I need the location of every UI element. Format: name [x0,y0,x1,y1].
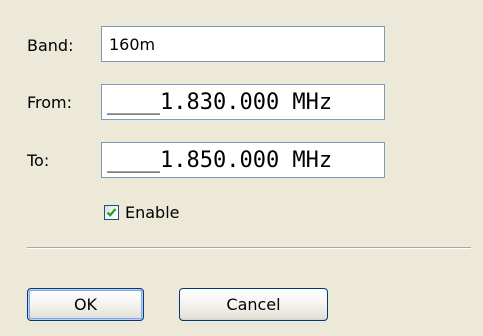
enable-label[interactable]: Enable [125,203,180,222]
to-frequency-input[interactable]: ____1.850.000 MHz [101,142,385,178]
from-label: From: [27,93,73,112]
band-label: Band: [27,36,74,55]
cancel-button[interactable]: Cancel [179,288,328,321]
separator [27,247,471,249]
ok-button[interactable]: OK [27,288,144,321]
band-settings-dialog: Band: 160m From: ____1.830.000 MHz To: _… [0,0,483,336]
checkmark-icon [106,208,117,217]
to-label: To: [27,151,50,170]
enable-checkbox-row[interactable]: Enable [104,203,180,222]
from-frequency-input[interactable]: ____1.830.000 MHz [101,84,385,120]
band-input[interactable]: 160m [101,26,385,62]
enable-checkbox[interactable] [104,205,119,220]
